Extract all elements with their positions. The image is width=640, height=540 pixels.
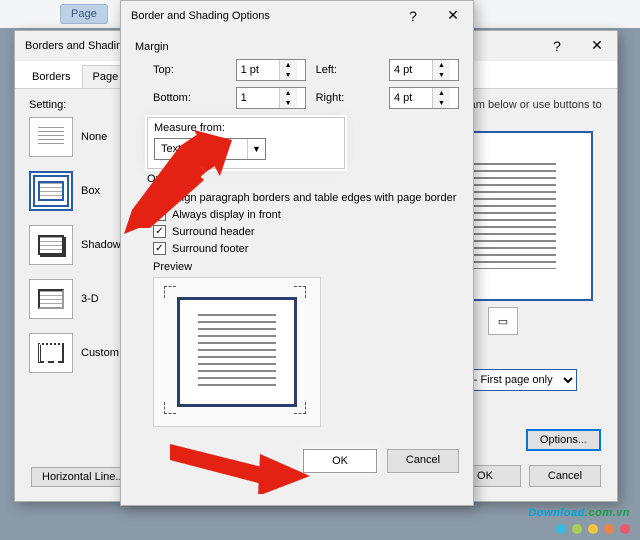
cb-align-row[interactable]: Align paragraph borders and table edges … xyxy=(153,191,459,204)
bottom-input[interactable] xyxy=(237,88,279,108)
spin-down-icon[interactable]: ▼ xyxy=(280,98,297,108)
measure-from-highlight: Measure from: Text ▼ xyxy=(147,117,345,169)
ribbon-group-page: Page xyxy=(60,4,108,24)
bs-close-button[interactable]: ✕ xyxy=(577,31,617,61)
right-label: Right: xyxy=(316,92,379,104)
bs-cancel-button[interactable]: Cancel xyxy=(529,465,601,487)
spin-down-icon[interactable]: ▼ xyxy=(433,98,450,108)
spin-up-icon[interactable]: ▲ xyxy=(280,88,297,98)
spin-down-icon[interactable]: ▼ xyxy=(433,70,450,80)
opt-close-button[interactable]: ✕ xyxy=(433,1,473,31)
opt-cancel-button[interactable]: Cancel xyxy=(387,449,459,473)
opt-title: Border and Shading Options xyxy=(131,10,270,22)
checkbox-checked-icon: ✓ xyxy=(153,242,166,255)
bottom-spinner[interactable]: ▲▼ xyxy=(236,87,306,109)
checkbox-checked-icon: ✓ xyxy=(153,208,166,221)
cb-footer-row[interactable]: ✓ Surround footer xyxy=(153,242,459,255)
watermark: Download.com.vn xyxy=(528,500,630,534)
checkbox-checked-icon: ✓ xyxy=(153,225,166,238)
bs-border-bottom-button[interactable]: ▭ xyxy=(488,307,518,335)
left-input[interactable] xyxy=(390,60,432,80)
watermark-dot xyxy=(620,524,630,534)
spin-up-icon[interactable]: ▲ xyxy=(433,60,450,70)
bottom-label: Bottom: xyxy=(153,92,226,104)
opt-help-button[interactable]: ? xyxy=(393,1,433,31)
opt-preview-label: Preview xyxy=(153,261,459,273)
cb-header-row[interactable]: ✓ Surround header xyxy=(153,225,459,238)
spin-down-icon[interactable]: ▼ xyxy=(280,70,297,80)
opt-preview-frame xyxy=(153,277,321,427)
checkbox-icon xyxy=(153,191,166,204)
opt-ok-button[interactable]: OK xyxy=(303,449,377,473)
measure-from-label: Measure from: xyxy=(154,122,338,134)
right-input[interactable] xyxy=(390,88,432,108)
watermark-dot xyxy=(556,524,566,534)
opt-preview-page-icon xyxy=(177,297,297,407)
spin-up-icon[interactable]: ▲ xyxy=(433,88,450,98)
right-spinner[interactable]: ▲▼ xyxy=(389,87,459,109)
bs-title: Borders and Shading xyxy=(25,40,128,52)
chevron-down-icon: ▼ xyxy=(247,139,265,159)
border-bottom-icon: ▭ xyxy=(498,315,508,328)
measure-from-dropdown[interactable]: Text ▼ xyxy=(154,138,266,160)
border-shading-options-dialog: Border and Shading Options ? ✕ Margin To… xyxy=(120,0,474,506)
left-spinner[interactable]: ▲▼ xyxy=(389,59,459,81)
options-section-label: Options xyxy=(147,173,459,185)
watermark-dot xyxy=(572,524,582,534)
watermark-brand-left: Download xyxy=(528,507,585,519)
top-label: Top: xyxy=(153,64,226,76)
bs-options-button[interactable]: Options... xyxy=(526,429,601,451)
top-spinner[interactable]: ▲▼ xyxy=(236,59,306,81)
top-input[interactable] xyxy=(237,60,279,80)
watermark-brand-right: .com.vn xyxy=(585,507,630,519)
watermark-dot xyxy=(588,524,598,534)
margin-section-label: Margin xyxy=(135,41,459,53)
tab-borders[interactable]: Borders xyxy=(21,65,82,88)
watermark-dot xyxy=(604,524,614,534)
opt-titlebar[interactable]: Border and Shading Options ? ✕ xyxy=(121,1,473,31)
cb-always-row[interactable]: ✓ Always display in front xyxy=(153,208,459,221)
left-label: Left: xyxy=(316,64,379,76)
bs-help-button[interactable]: ? xyxy=(537,31,577,61)
measure-from-value: Text xyxy=(155,143,247,155)
spin-up-icon[interactable]: ▲ xyxy=(280,60,297,70)
